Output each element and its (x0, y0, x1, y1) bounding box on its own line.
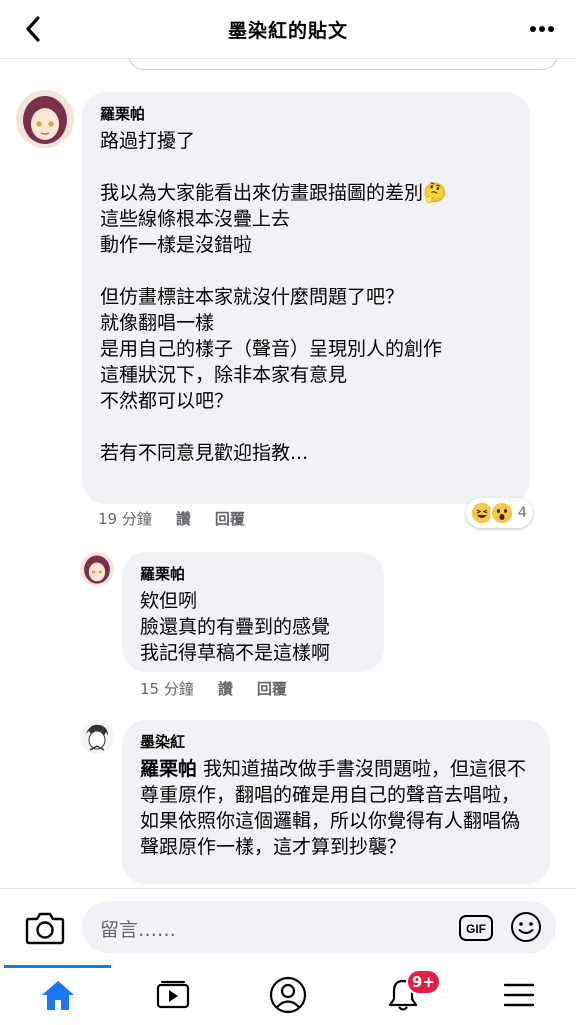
mention-link[interactable]: 羅栗帕 (140, 758, 197, 780)
comment-text: 羅栗帕 我知道描改做手書沒問題啦，但這很不尊重原作，翻唱的確是用自己的聲音去唱啦… (140, 756, 532, 860)
more-options-button[interactable] (526, 14, 558, 44)
profile-icon (269, 976, 306, 1014)
camera-icon (25, 912, 65, 945)
avatar[interactable] (80, 720, 114, 754)
gif-button[interactable]: GIF (458, 914, 494, 942)
app-header: 墨染紅的貼文 (0, 0, 576, 59)
comment-author[interactable]: 羅栗帕 (100, 104, 512, 124)
comment-placeholder: 留言…… (100, 919, 177, 941)
comment-author[interactable]: 羅栗帕 (140, 564, 366, 584)
menu-icon (503, 983, 534, 1007)
reaction-count: 4 (518, 505, 527, 521)
comment-body: 我知道描改做手書沒問題啦，但這很不尊重原作，翻唱的確是用自己的聲音去唱啦，如果依… (140, 758, 527, 858)
chevron-left-icon (26, 16, 40, 42)
avatar[interactable] (16, 90, 74, 148)
tab-video[interactable] (115, 965, 230, 1025)
like-button[interactable]: 讚 (176, 508, 191, 529)
reply-button[interactable]: 回覆 (215, 508, 245, 529)
avatar[interactable] (80, 552, 114, 586)
comment-composer: 留言…… GIF (0, 888, 576, 965)
comment-text: 欸但咧 臉還真的有疊到的感覺 我記得草稿不是這樣啊 (140, 590, 331, 664)
comment-meta: 15 分鐘 讚 回覆 (140, 678, 287, 699)
comment-bubble[interactable]: 墨染紅 羅栗帕 我知道描改做手書沒問題啦，但這很不尊重原作，翻唱的確是用自己的聲… (122, 720, 550, 884)
tab-profile[interactable] (230, 965, 345, 1025)
comment-time[interactable]: 19 分鐘 (98, 508, 152, 529)
comment-bubble[interactable]: 羅栗帕 路過打擾了 我以為大家能看出來仿畫跟描圖的差別🤔 這些線條根本沒疊上去 … (82, 92, 530, 504)
smiley-icon (511, 912, 541, 942)
reaction-summary[interactable]: 4 (466, 498, 533, 528)
home-icon (41, 981, 74, 1010)
previous-comment-box (128, 58, 558, 70)
comment-time[interactable]: 15 分鐘 (140, 678, 194, 699)
emoji-button[interactable] (510, 911, 542, 943)
comment-input[interactable]: 留言…… GIF (82, 901, 556, 953)
reply-button[interactable]: 回覆 (257, 678, 287, 699)
camera-button[interactable] (24, 907, 66, 947)
notification-badge: 9+ (406, 969, 442, 995)
comment-author[interactable]: 墨染紅 (140, 732, 532, 752)
back-button[interactable] (18, 14, 48, 44)
like-button[interactable]: 讚 (218, 678, 233, 699)
gif-label: GIF (466, 922, 486, 936)
tab-notifications[interactable] (345, 965, 460, 1025)
comment-bubble[interactable]: 羅栗帕 欸但咧 臉還真的有疊到的感覺 我記得草稿不是這樣啊 (122, 552, 384, 672)
comment-meta: 19 分鐘 讚 回覆 (98, 508, 245, 529)
tab-home[interactable] (0, 965, 115, 1025)
gif-icon: GIF (459, 915, 493, 941)
wow-reaction-icon (490, 501, 514, 525)
video-icon (156, 980, 189, 1009)
more-horizontal-icon (530, 26, 554, 32)
comments-list[interactable]: 羅栗帕 路過打擾了 我以為大家能看出來仿畫跟描圖的差別🤔 這些線條根本沒疊上去 … (0, 58, 576, 888)
bottom-tab-bar: 9+ (0, 964, 576, 1025)
tab-menu[interactable] (461, 965, 576, 1025)
comment-text: 路過打擾了 我以為大家能看出來仿畫跟描圖的差別🤔 這些線條根本沒疊上去 動作一樣… (100, 130, 447, 464)
page-title: 墨染紅的貼文 (227, 19, 348, 42)
